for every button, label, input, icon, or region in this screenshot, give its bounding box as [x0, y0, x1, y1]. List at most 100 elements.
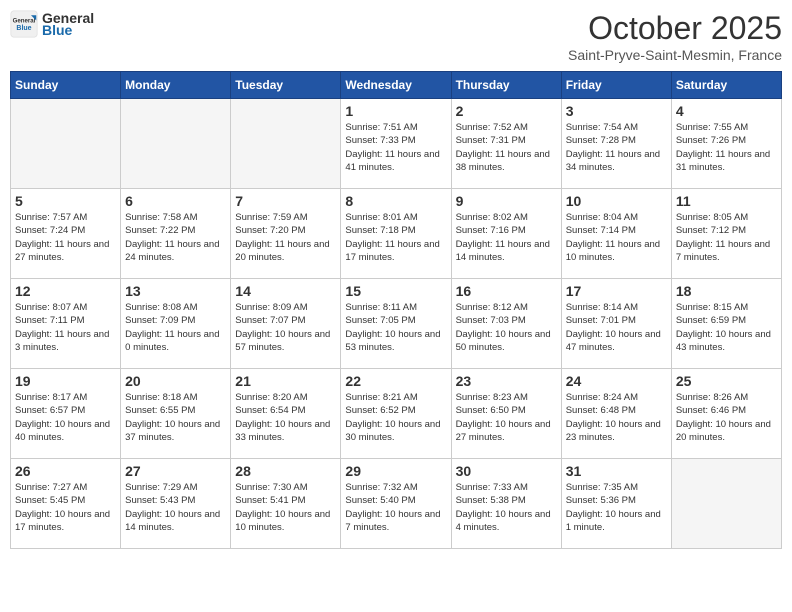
calendar-cell	[11, 99, 121, 189]
day-info: Sunrise: 7:54 AM Sunset: 7:28 PM Dayligh…	[566, 121, 667, 174]
calendar-table: SundayMondayTuesdayWednesdayThursdayFrid…	[10, 71, 782, 549]
calendar-cell: 3 Sunrise: 7:54 AM Sunset: 7:28 PM Daylig…	[561, 99, 671, 189]
calendar-subtitle: Saint-Pryve-Saint-Mesmin, France	[568, 47, 782, 63]
day-number: 3	[566, 103, 667, 119]
day-info: Sunrise: 7:27 AM Sunset: 5:45 PM Dayligh…	[15, 481, 116, 534]
calendar-title: October 2025	[568, 10, 782, 47]
calendar-cell: 6 Sunrise: 7:58 AM Sunset: 7:22 PM Daylig…	[121, 189, 231, 279]
day-info: Sunrise: 8:04 AM Sunset: 7:14 PM Dayligh…	[566, 211, 667, 264]
day-info: Sunrise: 8:14 AM Sunset: 7:01 PM Dayligh…	[566, 301, 667, 354]
day-number: 6	[125, 193, 226, 209]
calendar-cell: 5 Sunrise: 7:57 AM Sunset: 7:24 PM Daylig…	[11, 189, 121, 279]
calendar-cell: 21 Sunrise: 8:20 AM Sunset: 6:54 PM Dayli…	[231, 369, 341, 459]
day-number: 9	[456, 193, 557, 209]
calendar-cell: 12 Sunrise: 8:07 AM Sunset: 7:11 PM Dayli…	[11, 279, 121, 369]
day-number: 19	[15, 373, 116, 389]
day-info: Sunrise: 8:21 AM Sunset: 6:52 PM Dayligh…	[345, 391, 446, 444]
svg-text:General: General	[13, 17, 36, 24]
week-row-1: 5 Sunrise: 7:57 AM Sunset: 7:24 PM Daylig…	[11, 189, 782, 279]
day-number: 13	[125, 283, 226, 299]
day-info: Sunrise: 7:51 AM Sunset: 7:33 PM Dayligh…	[345, 121, 446, 174]
day-info: Sunrise: 7:59 AM Sunset: 7:20 PM Dayligh…	[235, 211, 336, 264]
calendar-header: SundayMondayTuesdayWednesdayThursdayFrid…	[11, 72, 782, 99]
calendar-body: 1 Sunrise: 7:51 AM Sunset: 7:33 PM Daylig…	[11, 99, 782, 549]
calendar-cell: 24Sunrise: 8:24 AM Sunset: 6:48 PM Dayli…	[561, 369, 671, 459]
day-number: 8	[345, 193, 446, 209]
page-header: General Blue General Blue October 2025 S…	[10, 10, 782, 63]
day-info: Sunrise: 8:01 AM Sunset: 7:18 PM Dayligh…	[345, 211, 446, 264]
calendar-cell: 23Sunrise: 8:23 AM Sunset: 6:50 PM Dayli…	[451, 369, 561, 459]
day-number: 12	[15, 283, 116, 299]
logo-icon: General Blue	[10, 10, 38, 38]
day-info: Sunrise: 7:29 AM Sunset: 5:43 PM Dayligh…	[125, 481, 226, 534]
day-info: Sunrise: 7:30 AM Sunset: 5:41 PM Dayligh…	[235, 481, 336, 534]
calendar-cell: 17 Sunrise: 8:14 AM Sunset: 7:01 PM Dayli…	[561, 279, 671, 369]
day-number: 10	[566, 193, 667, 209]
calendar-cell: 29 Sunrise: 7:32 AM Sunset: 5:40 PM Dayli…	[341, 459, 451, 549]
calendar-cell: 25 Sunrise: 8:26 AM Sunset: 6:46 PM Dayli…	[671, 369, 781, 459]
day-number: 14	[235, 283, 336, 299]
week-row-3: 19 Sunrise: 8:17 AM Sunset: 6:57 PM Dayli…	[11, 369, 782, 459]
calendar-cell: 15 Sunrise: 8:11 AM Sunset: 7:05 PM Dayli…	[341, 279, 451, 369]
day-number: 25	[676, 373, 777, 389]
day-info: Sunrise: 8:08 AM Sunset: 7:09 PM Dayligh…	[125, 301, 226, 354]
day-header-saturday: Saturday	[671, 72, 781, 99]
day-info: Sunrise: 8:07 AM Sunset: 7:11 PM Dayligh…	[15, 301, 116, 354]
calendar-cell: 31 Sunrise: 7:35 AM Sunset: 5:36 PM Dayli…	[561, 459, 671, 549]
day-header-sunday: Sunday	[11, 72, 121, 99]
day-info: Sunrise: 7:35 AM Sunset: 5:36 PM Dayligh…	[566, 481, 667, 534]
day-number: 27	[125, 463, 226, 479]
day-info: Sunrise: 8:02 AM Sunset: 7:16 PM Dayligh…	[456, 211, 557, 264]
day-info: Sunrise: 7:33 AM Sunset: 5:38 PM Dayligh…	[456, 481, 557, 534]
day-info: Sunrise: 8:11 AM Sunset: 7:05 PM Dayligh…	[345, 301, 446, 354]
day-info: Sunrise: 8:20 AM Sunset: 6:54 PM Dayligh…	[235, 391, 336, 444]
calendar-cell: 1 Sunrise: 7:51 AM Sunset: 7:33 PM Daylig…	[341, 99, 451, 189]
day-info: Sunrise: 7:32 AM Sunset: 5:40 PM Dayligh…	[345, 481, 446, 534]
day-number: 31	[566, 463, 667, 479]
day-info: Sunrise: 8:15 AM Sunset: 6:59 PM Dayligh…	[676, 301, 777, 354]
calendar-cell: 16 Sunrise: 8:12 AM Sunset: 7:03 PM Dayli…	[451, 279, 561, 369]
day-number: 15	[345, 283, 446, 299]
day-info: Sunrise: 8:26 AM Sunset: 6:46 PM Dayligh…	[676, 391, 777, 444]
day-number: 1	[345, 103, 446, 119]
day-info: Sunrise: 8:23 AM Sunset: 6:50 PM Dayligh…	[456, 391, 557, 444]
logo: General Blue General Blue	[10, 10, 94, 38]
title-block: October 2025 Saint-Pryve-Saint-Mesmin, F…	[568, 10, 782, 63]
day-number: 2	[456, 103, 557, 119]
day-number: 29	[345, 463, 446, 479]
day-number: 18	[676, 283, 777, 299]
calendar-cell: 13 Sunrise: 8:08 AM Sunset: 7:09 PM Dayli…	[121, 279, 231, 369]
calendar-cell: 9 Sunrise: 8:02 AM Sunset: 7:16 PM Daylig…	[451, 189, 561, 279]
day-info: Sunrise: 8:05 AM Sunset: 7:12 PM Dayligh…	[676, 211, 777, 264]
day-info: Sunrise: 8:17 AM Sunset: 6:57 PM Dayligh…	[15, 391, 116, 444]
day-info: Sunrise: 8:18 AM Sunset: 6:55 PM Dayligh…	[125, 391, 226, 444]
day-number: 7	[235, 193, 336, 209]
day-number: 26	[15, 463, 116, 479]
calendar-cell: 19 Sunrise: 8:17 AM Sunset: 6:57 PM Dayli…	[11, 369, 121, 459]
day-number: 17	[566, 283, 667, 299]
day-number: 5	[15, 193, 116, 209]
day-header-wednesday: Wednesday	[341, 72, 451, 99]
day-number: 11	[676, 193, 777, 209]
day-number: 16	[456, 283, 557, 299]
calendar-cell: 27 Sunrise: 7:29 AM Sunset: 5:43 PM Dayli…	[121, 459, 231, 549]
day-info: Sunrise: 7:58 AM Sunset: 7:22 PM Dayligh…	[125, 211, 226, 264]
day-info: Sunrise: 7:52 AM Sunset: 7:31 PM Dayligh…	[456, 121, 557, 174]
days-of-week-row: SundayMondayTuesdayWednesdayThursdayFrid…	[11, 72, 782, 99]
calendar-cell: 18 Sunrise: 8:15 AM Sunset: 6:59 PM Dayli…	[671, 279, 781, 369]
day-info: Sunrise: 8:09 AM Sunset: 7:07 PM Dayligh…	[235, 301, 336, 354]
day-info: Sunrise: 7:57 AM Sunset: 7:24 PM Dayligh…	[15, 211, 116, 264]
calendar-cell: 11 Sunrise: 8:05 AM Sunset: 7:12 PM Dayli…	[671, 189, 781, 279]
svg-text:Blue: Blue	[16, 25, 31, 32]
day-header-friday: Friday	[561, 72, 671, 99]
calendar-cell: 14 Sunrise: 8:09 AM Sunset: 7:07 PM Dayli…	[231, 279, 341, 369]
day-number: 21	[235, 373, 336, 389]
day-number: 24	[566, 373, 667, 389]
calendar-cell: 8 Sunrise: 8:01 AM Sunset: 7:18 PM Daylig…	[341, 189, 451, 279]
day-number: 30	[456, 463, 557, 479]
day-number: 4	[676, 103, 777, 119]
day-number: 28	[235, 463, 336, 479]
day-number: 22	[345, 373, 446, 389]
day-info: Sunrise: 8:12 AM Sunset: 7:03 PM Dayligh…	[456, 301, 557, 354]
calendar-cell: 30 Sunrise: 7:33 AM Sunset: 5:38 PM Dayli…	[451, 459, 561, 549]
